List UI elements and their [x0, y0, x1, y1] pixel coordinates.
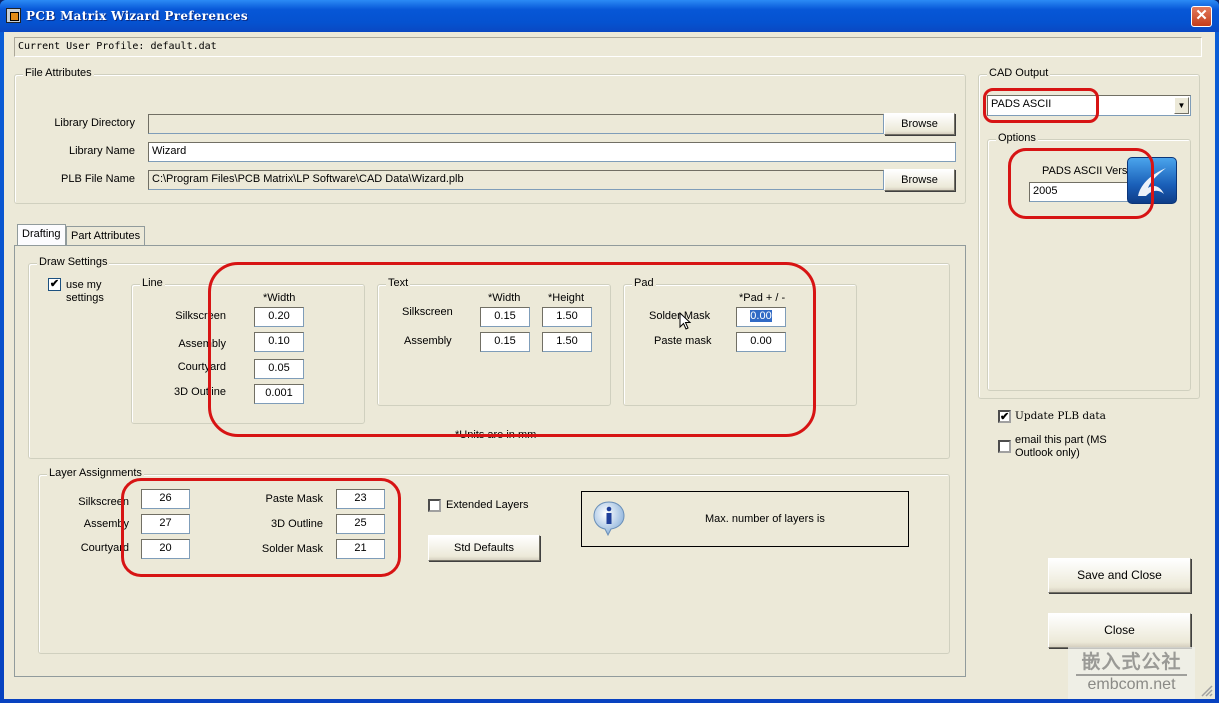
library-directory-field[interactable]	[148, 114, 884, 134]
layer-silkscreen-label: Silkscreen	[78, 496, 129, 508]
line-silkscreen-width[interactable]: 0.20	[254, 307, 304, 327]
app-icon	[6, 8, 21, 23]
update-plb-checkbox[interactable]: ✔	[998, 410, 1011, 423]
line-assembly-width[interactable]: 0.10	[254, 332, 304, 352]
extended-layers-checkbox[interactable]	[428, 499, 441, 512]
line-courtyard-label: Courtyard	[177, 361, 226, 373]
line-courtyard-width[interactable]: 0.05	[254, 359, 304, 379]
use-my-settings-checkbox[interactable]: ✔	[48, 278, 61, 291]
std-defaults-button[interactable]: Std Defaults	[428, 535, 540, 561]
close-icon: ✕	[1195, 7, 1208, 24]
cad-output-selected: PADS ASCII	[991, 98, 1052, 110]
text-silkscreen-width[interactable]: 0.15	[480, 307, 530, 327]
layer-paste-mask-label: Paste Mask	[265, 493, 323, 505]
chevron-down-icon[interactable]: ▼	[1174, 97, 1189, 114]
line-legend: Line	[140, 277, 165, 289]
layer-solder-mask-field[interactable]: 21	[336, 539, 385, 559]
options-legend: Options	[996, 132, 1038, 144]
line-group: Line *Width Silkscreen 0.20 Assembly 0.1…	[131, 277, 365, 424]
pad-legend: Pad	[632, 277, 656, 289]
text-width-header: *Width	[488, 292, 521, 304]
pad-paste-mask-label: Paste mask	[654, 335, 712, 347]
draw-settings-group: Draw Settings ✔ use my settings Line *Wi…	[28, 256, 950, 459]
watermark-chinese: 嵌入式公社	[1076, 647, 1187, 676]
info-icon	[593, 501, 625, 536]
layer-courtyard-label: Courtyard	[80, 542, 129, 554]
watermark: 嵌入式公社 embcom.net	[1068, 647, 1195, 699]
plb-file-name-label: PLB File Name	[61, 173, 135, 185]
layer-assembly-field[interactable]: 27	[141, 514, 190, 534]
text-assembly-height[interactable]: 1.50	[542, 332, 592, 352]
window-title: PCB Matrix Wizard Preferences	[26, 9, 248, 23]
pads-version-field[interactable]: 2005	[1029, 182, 1129, 202]
use-my-settings-label-1: use my	[66, 279, 102, 291]
library-name-label: Library Name	[68, 145, 135, 157]
line-assembly-label: Assembly	[178, 338, 226, 350]
cad-output-group: CAD Output PADS ASCII ▼ Options PADS ASC…	[978, 67, 1200, 399]
layer-info-box: Max. number of layers is	[581, 491, 909, 547]
layer-assignments-legend: Layer Assignments	[47, 467, 144, 479]
layer-silkscreen-field[interactable]: 26	[141, 489, 190, 509]
layer-3d-outline-field[interactable]: 25	[336, 514, 385, 534]
pad-group: Pad *Pad + / - Solder Mask 0.00 Paste ma…	[623, 277, 857, 406]
dialog-window: PCB Matrix Wizard Preferences ✕ Current …	[0, 0, 1219, 703]
pad-solder-mask-field[interactable]: 0.00	[736, 307, 786, 327]
layer-solder-mask-label: Solder Mask	[261, 543, 323, 555]
file-attributes-legend: File Attributes	[23, 67, 94, 79]
layer-assembly-label: Assemby	[83, 518, 129, 530]
close-button[interactable]: Close	[1048, 613, 1191, 648]
library-directory-label: Library Directory	[54, 117, 135, 129]
layer-courtyard-field[interactable]: 20	[141, 539, 190, 559]
line-silkscreen-label: Silkscreen	[175, 310, 226, 322]
email-part-checkbox[interactable]	[998, 440, 1011, 453]
layer-3d-outline-label: 3D Outline	[271, 518, 323, 530]
watermark-domain: embcom.net	[1087, 676, 1176, 693]
line-3d-outline-label: 3D Outline	[174, 386, 226, 398]
update-plb-label: Update PLB data	[1015, 410, 1106, 422]
library-name-field[interactable]: Wizard	[148, 142, 956, 162]
use-my-settings-label-2: settings	[66, 292, 104, 304]
pad-offset-header: *Pad + / -	[739, 292, 786, 304]
text-height-header: *Height	[548, 292, 585, 304]
text-silkscreen-height[interactable]: 1.50	[542, 307, 592, 327]
tab-drafting[interactable]: Drafting	[17, 224, 66, 246]
mouse-cursor-icon	[679, 312, 692, 330]
app-logo-icon	[1127, 157, 1177, 204]
text-assembly-width[interactable]: 0.15	[480, 332, 530, 352]
cad-output-legend: CAD Output	[987, 67, 1051, 79]
save-and-close-button[interactable]: Save and Close	[1048, 558, 1191, 593]
browse-plb-file-button[interactable]: Browse	[884, 169, 955, 191]
logo-swoosh-icon	[1138, 168, 1166, 196]
email-part-label-2: Outlook only)	[1015, 447, 1080, 459]
resize-grip-icon[interactable]	[1200, 684, 1213, 697]
pads-version-label: PADS ASCII Versi	[1042, 165, 1130, 177]
layer-paste-mask-field[interactable]: 23	[336, 489, 385, 509]
title-bar[interactable]: PCB Matrix Wizard Preferences ✕	[0, 0, 1219, 32]
close-window-button[interactable]: ✕	[1191, 6, 1212, 27]
tab-panel-drafting: Draw Settings ✔ use my settings Line *Wi…	[14, 245, 966, 677]
dialog-client: Current User Profile: default.dat File A…	[4, 32, 1215, 699]
draw-settings-legend: Draw Settings	[37, 256, 110, 268]
layer-assignments-group: Layer Assignments Silkscreen 26 Assemby …	[38, 467, 950, 654]
tab-part-attributes[interactable]: Part Attributes	[66, 226, 146, 246]
browse-library-directory-button[interactable]: Browse	[884, 113, 955, 135]
text-silkscreen-label: Silkscreen	[402, 306, 453, 318]
text-assembly-label: Assembly	[404, 335, 452, 347]
options-group: Options PADS ASCII Versi 2005	[987, 132, 1191, 391]
pad-paste-mask-field[interactable]: 0.00	[736, 332, 786, 352]
selected-text: 0.00	[750, 310, 772, 322]
plb-file-name-field[interactable]: C:\Program Files\PCB Matrix\LP Software\…	[148, 170, 884, 190]
file-attributes-group: File Attributes Library Directory Browse…	[14, 67, 966, 204]
units-note: *Units are in mm	[455, 429, 537, 441]
line-3d-outline-width[interactable]: 0.001	[254, 384, 304, 404]
text-legend: Text	[386, 277, 411, 289]
cad-output-select[interactable]: PADS ASCII ▼	[987, 95, 1191, 116]
current-profile-bar: Current User Profile: default.dat	[14, 37, 1202, 57]
text-group: Text *Width *Height Silkscreen 0.15 1.50…	[377, 277, 611, 406]
extended-layers-label: Extended Layers	[446, 499, 529, 511]
email-part-label-1: email this part (MS	[1015, 434, 1107, 446]
layer-info-text: Max. number of layers is	[705, 513, 825, 525]
line-width-header: *Width	[263, 292, 296, 304]
